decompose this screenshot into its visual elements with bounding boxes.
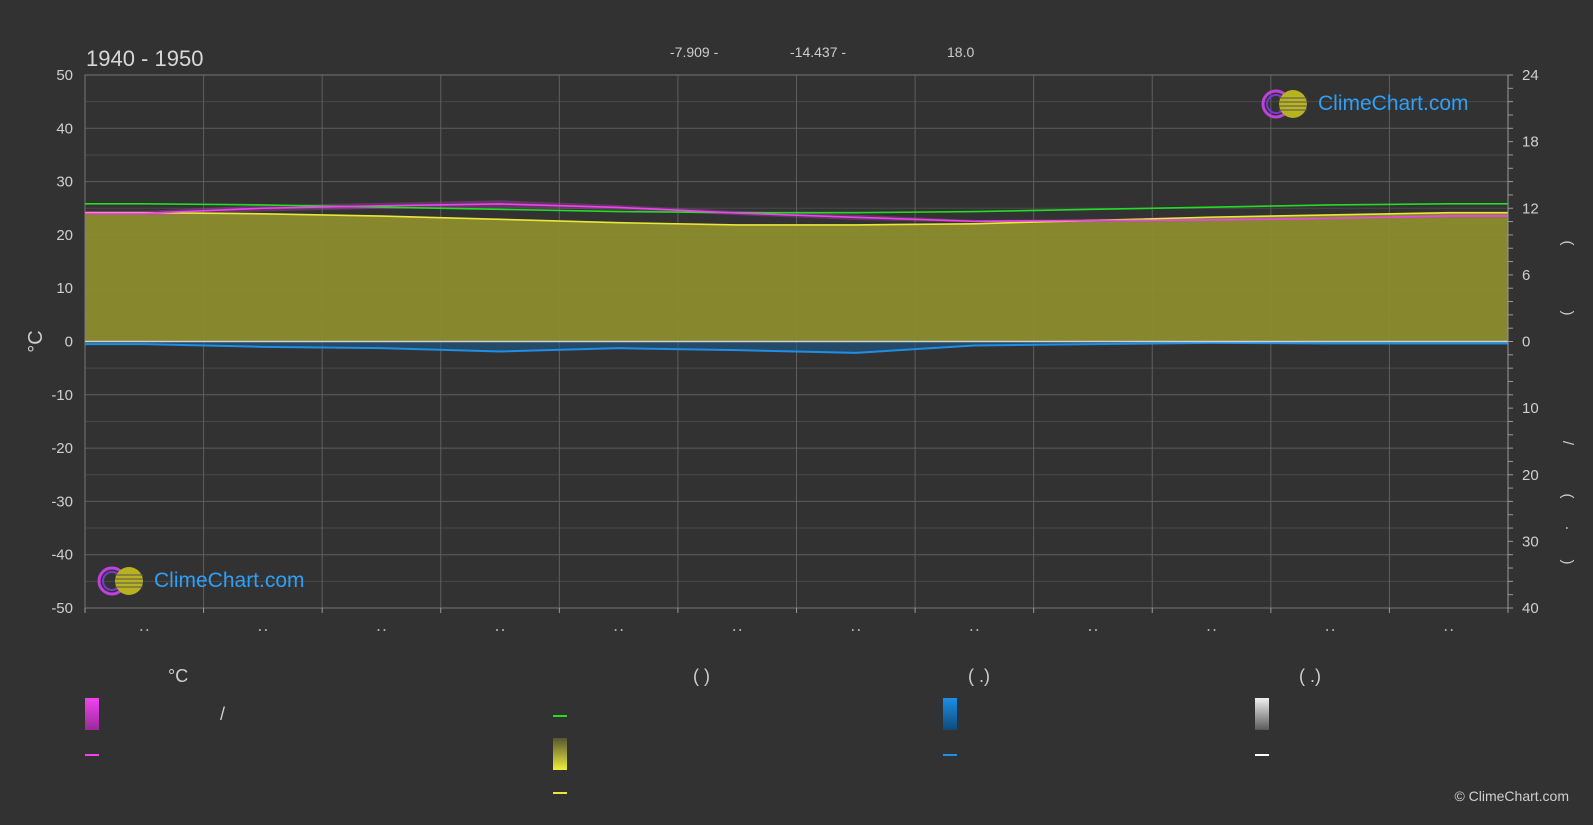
left-axis-tick-label: -20 — [51, 440, 73, 457]
x-axis-tick-dot — [1444, 629, 1447, 631]
x-axis-tick-dot — [733, 629, 736, 631]
brand-logo-top[interactable]: ClimeChart.com — [1260, 88, 1469, 120]
legend-sunshine-line-swatch — [553, 792, 567, 794]
right-axis-label-glyph: ) — [1559, 311, 1576, 316]
legend-daylight-swatch — [553, 715, 567, 717]
right-axis-tick-label: 0 — [1522, 334, 1530, 351]
left-axis: 50 40 30 20 10 0 -10 -20 -30 -40 -50 °C — [25, 67, 73, 617]
right-axis-tick-label: 40 — [1522, 600, 1539, 617]
x-axis-tick-dot — [377, 629, 380, 631]
x-axis-tick-dot — [264, 629, 267, 631]
right-axis-label-glyph: / — [1559, 441, 1576, 446]
left-axis-tick-label: -40 — [51, 547, 73, 564]
left-axis-tick-label: 40 — [56, 120, 73, 137]
left-axis-tick-label: 0 — [65, 334, 73, 351]
legend-rain-bar-swatch — [943, 698, 957, 730]
x-axis-tick-dot — [1213, 629, 1216, 631]
climechart-logo-icon — [1261, 89, 1307, 119]
x-axis-tick-dot — [857, 629, 860, 631]
left-axis-tick-label: 20 — [56, 227, 73, 244]
brand-name: ClimeChart.com — [1318, 92, 1469, 115]
legend-temp-range-swatch — [85, 698, 99, 730]
x-axis-tick-dot — [146, 629, 149, 631]
right-axis: 24 18 12 6 0 10 20 30 40 () / ( ·) — [1507, 67, 1576, 617]
x-axis-tick-dot — [620, 629, 623, 631]
right-axis-tick-label: 30 — [1522, 533, 1539, 550]
legend-rain-line-swatch — [943, 754, 957, 756]
x-axis-tick-dot — [614, 629, 617, 631]
legend-snow-line-swatch — [1255, 754, 1269, 756]
legend-snow-bar-swatch — [1255, 698, 1269, 730]
sunshine-area-fill — [85, 212, 1508, 342]
x-axis-tick-dot — [1094, 629, 1097, 631]
copyright-notice: © ClimeChart.com — [1454, 788, 1569, 804]
longitude-readout: -14.437 - — [790, 44, 847, 60]
x-axis-tick-dot — [739, 629, 742, 631]
climechart-logo-icon — [97, 566, 143, 596]
legend-rain-heading: ( .) — [968, 666, 990, 686]
right-axis-tick-label: 6 — [1522, 267, 1530, 284]
right-axis-tick-label: 18 — [1522, 134, 1539, 151]
x-axis-tick-dot — [1326, 629, 1329, 631]
legend-temp-slash: / — [220, 704, 226, 724]
x-axis-tick-dot — [851, 629, 854, 631]
right-axis-tick-label: 20 — [1522, 467, 1539, 484]
right-axis-label-glyph: ( — [1559, 494, 1576, 499]
latitude-readout: -7.909 - — [670, 44, 719, 60]
legend-temp-unit: °C — [168, 666, 189, 686]
climate-chart: 50403020100-10-20-30-40-50°C 24181260102… — [25, 67, 1576, 631]
left-axis-tick-label: 30 — [56, 174, 73, 191]
x-axis-tick-dot — [502, 629, 505, 631]
x-axis-tick-dot — [1332, 629, 1335, 631]
legend-snow-heading: ( .) — [1299, 666, 1321, 686]
right-axis-tick-label: 10 — [1522, 400, 1539, 417]
left-axis-tick-label: 10 — [56, 280, 73, 297]
x-axis-tick-dot — [976, 629, 979, 631]
x-axis-tick-dot — [1207, 629, 1210, 631]
left-axis-tick-label: 50 — [56, 67, 73, 84]
brand-name: ClimeChart.com — [154, 569, 305, 592]
left-axis-label: °C — [25, 330, 47, 352]
right-axis-label-glyph: ) — [1559, 560, 1576, 565]
brand-logo-bottom[interactable]: ClimeChart.com — [96, 565, 305, 597]
x-axis-tick-dot — [258, 629, 261, 631]
elevation-readout: 18.0 — [947, 44, 975, 60]
right-axis-tick-label: 12 — [1522, 200, 1539, 217]
right-axis-label-glyph: · — [1559, 526, 1576, 531]
legend-temp-line-swatch — [85, 754, 99, 756]
left-axis-tick-label: -50 — [51, 600, 73, 617]
x-axis-tick-dot — [140, 629, 143, 631]
x-axis-tick-dot — [496, 629, 499, 631]
left-axis-tick-label: -10 — [51, 387, 73, 404]
x-axis-tick-dot — [1088, 629, 1091, 631]
x-axis-ticks — [84, 608, 1509, 631]
right-axis-label-glyph: ( — [1559, 241, 1576, 246]
x-axis-tick-dot — [383, 629, 386, 631]
x-axis-tick-dot — [1450, 629, 1453, 631]
legend-sunshine-range-swatch — [553, 738, 567, 770]
left-axis-tick-label: -30 — [51, 493, 73, 510]
period-title: 1940 - 1950 — [86, 46, 204, 71]
sunshine-area — [85, 212, 1508, 342]
x-axis-tick-dot — [970, 629, 973, 631]
legend-sun-heading: ( ) — [693, 666, 710, 686]
right-axis-tick-label: 24 — [1522, 67, 1539, 84]
